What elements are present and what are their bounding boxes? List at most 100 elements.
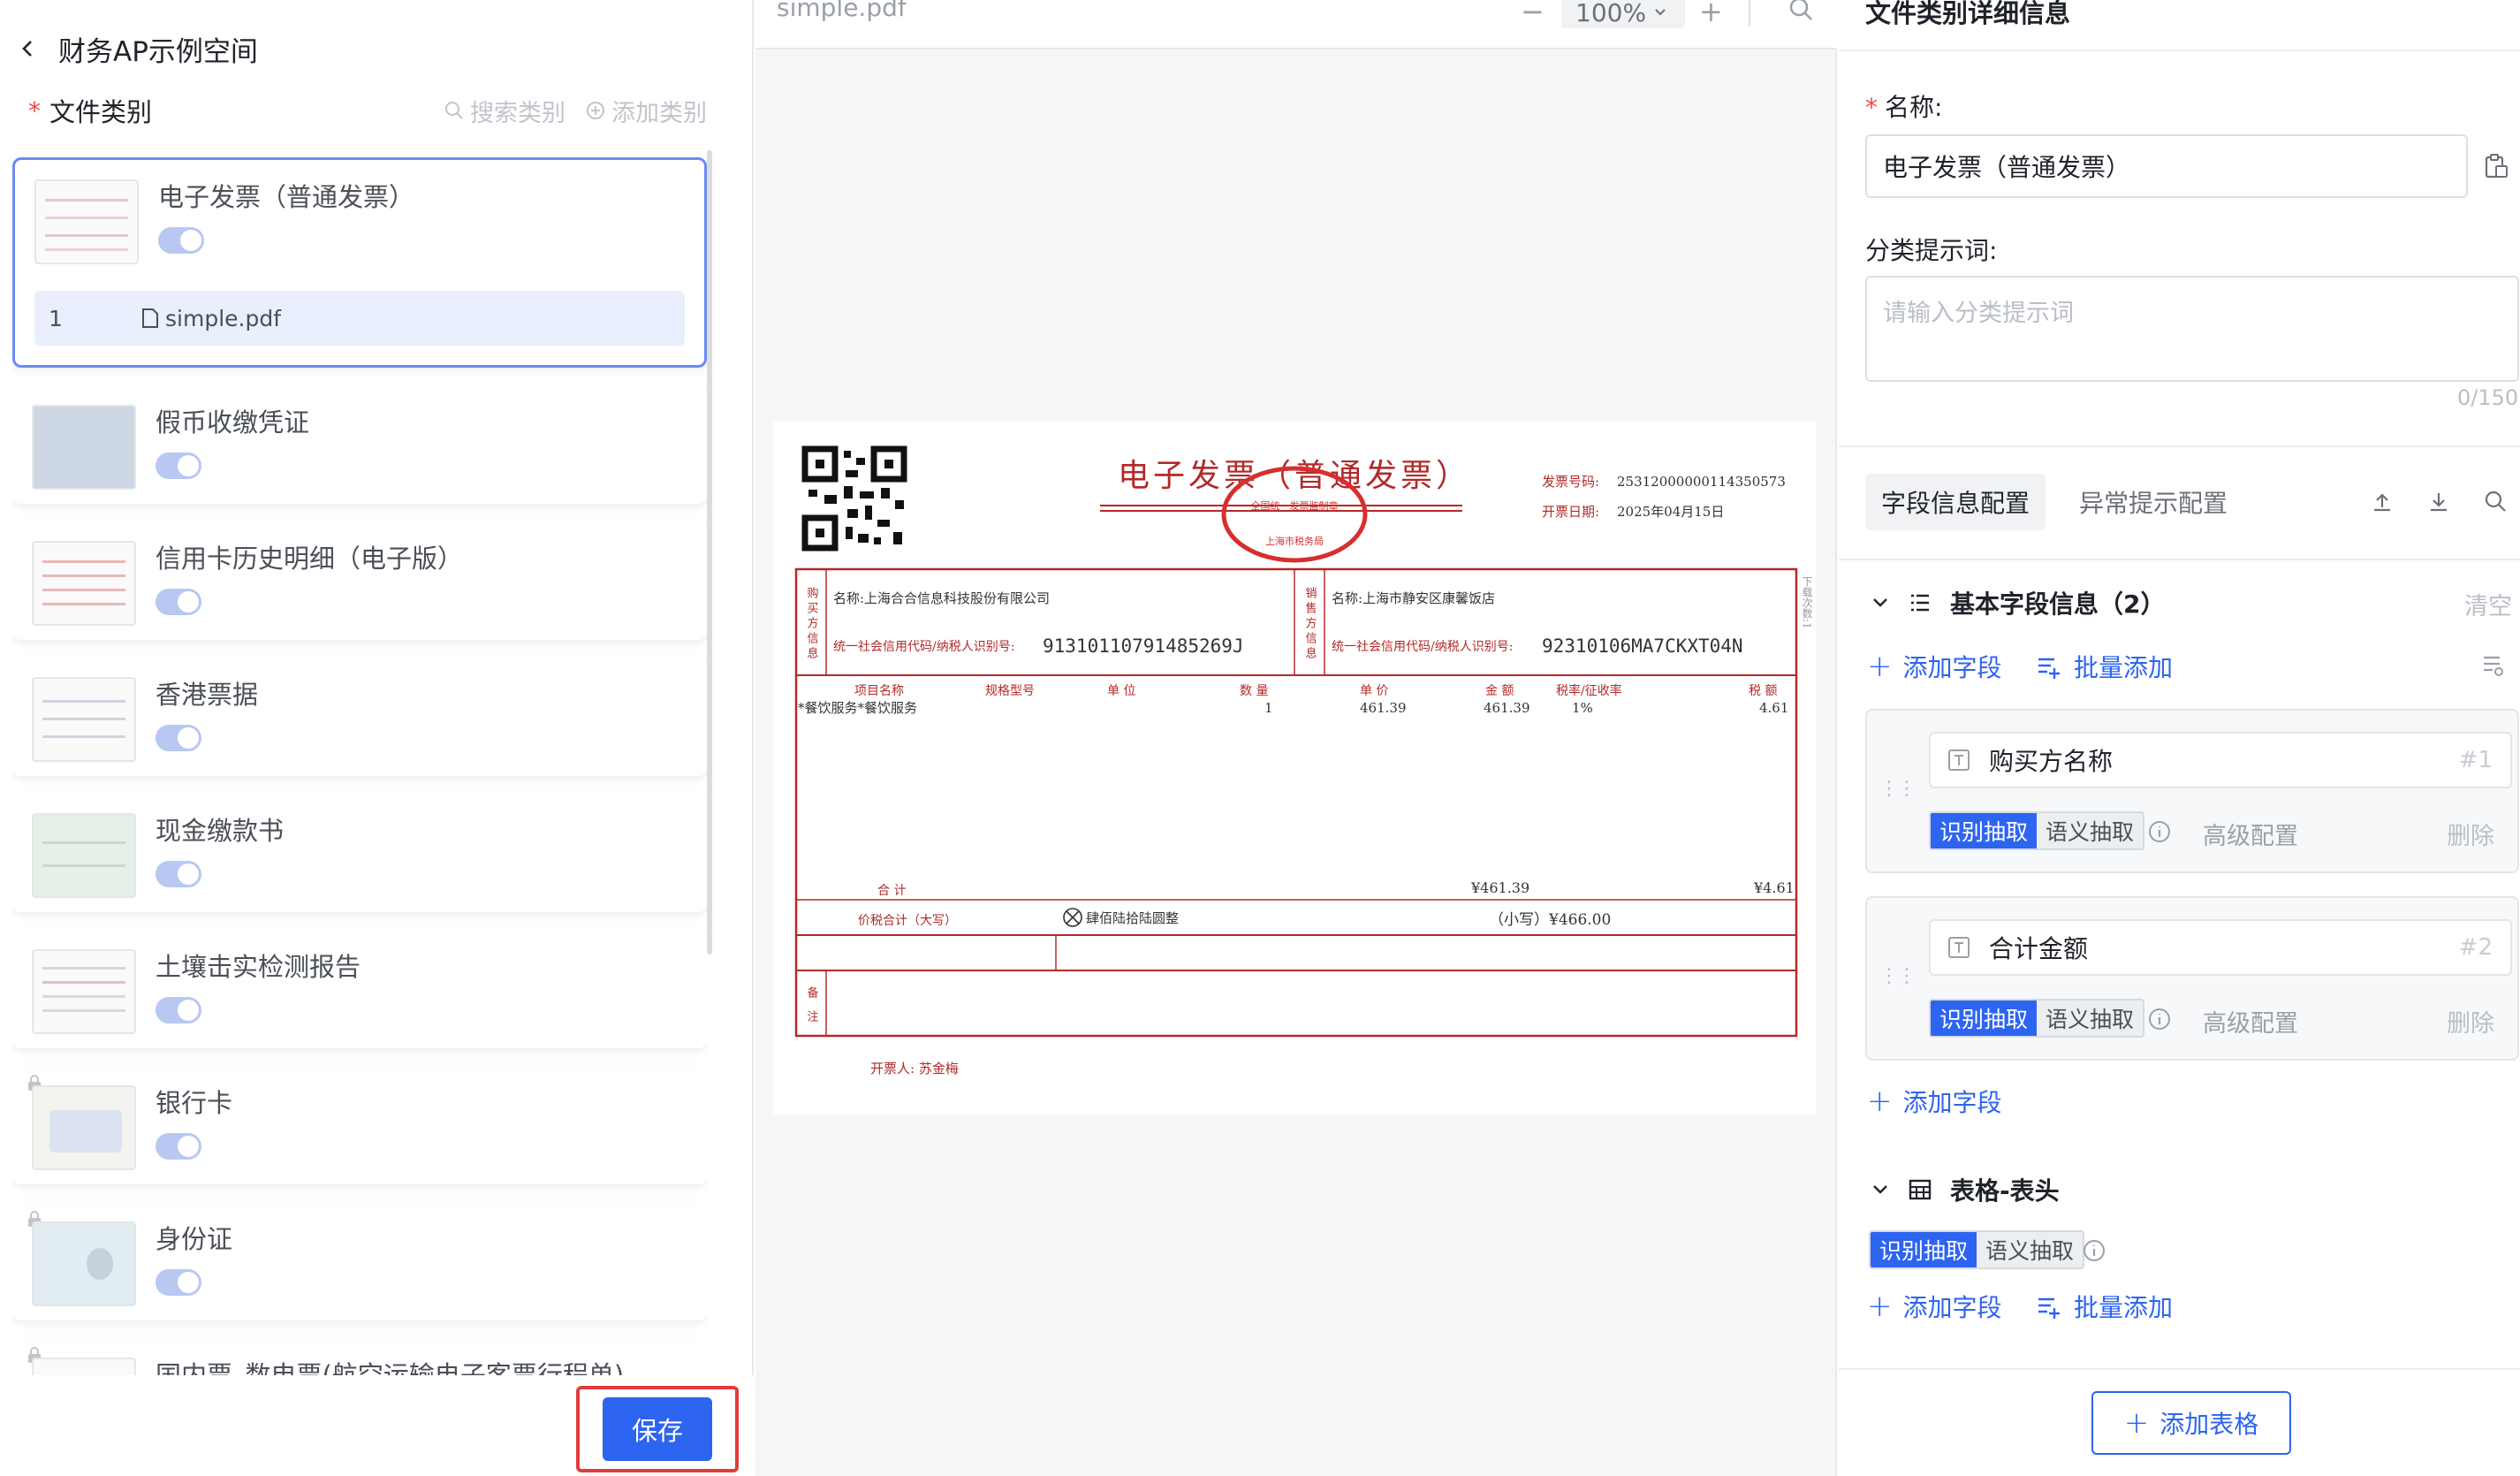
field-name-input[interactable]: 合计金额 #2: [1929, 919, 2512, 976]
table-batch-add-button[interactable]: 批量添加: [2035, 1289, 2173, 1324]
file-row[interactable]: 1 simple.pdf: [34, 291, 685, 346]
category-card[interactable]: 信用卡历史明细（电子版）: [12, 521, 707, 640]
tab-field-config[interactable]: 字段信息配置: [1865, 474, 2046, 530]
invoice-no: 25312000000114350573: [1617, 474, 1786, 490]
save-button[interactable]: 保存: [603, 1397, 712, 1461]
col-spec: 规格型号: [985, 684, 1035, 698]
zoom-select[interactable]: 100%: [1561, 0, 1685, 28]
file-index: 1: [49, 305, 63, 331]
buyer-tax-label: 统一社会信用代码/纳税人识别号:: [833, 640, 1014, 654]
search-category-button[interactable]: 搜索类别: [444, 94, 565, 128]
row-rate: 1%: [1572, 700, 1593, 716]
col-rate: 税率/征收率: [1556, 683, 1622, 698]
clipboard-icon[interactable]: [2482, 152, 2510, 180]
category-name: 现金缴款书: [156, 816, 285, 846]
mode-ocr[interactable]: 识别抽取: [1931, 813, 2038, 848]
tab-anomaly-config[interactable]: 异常提示配置: [2063, 474, 2243, 530]
stamp-subtext: 上海市税务局: [1265, 535, 1324, 547]
mode-ocr[interactable]: 识别抽取: [1871, 1232, 1977, 1267]
category-card[interactable]: 香港票据: [12, 658, 707, 776]
extract-mode-toggle: 识别抽取 语义抽取: [1929, 999, 2145, 1038]
category-toggle[interactable]: [156, 589, 201, 615]
delete-field-link[interactable]: 删除: [2447, 817, 2494, 851]
prompt-textarea[interactable]: 请输入分类提示词: [1865, 276, 2519, 382]
category-name: 土壤击实检测报告: [156, 952, 361, 982]
mode-ocr[interactable]: 识别抽取: [1931, 1000, 2038, 1036]
category-toggle[interactable]: [156, 1133, 201, 1160]
table-add-field-button[interactable]: + 添加字段: [1867, 1289, 2002, 1324]
zoom-out-button[interactable]: −: [1521, 0, 1545, 28]
total-tax: ¥4.61: [1753, 879, 1795, 896]
divider: [1839, 445, 2520, 447]
table-extract-mode-toggle: 识别抽取 语义抽取: [1869, 1230, 2085, 1269]
category-card[interactable]: 现金缴款书: [12, 794, 707, 912]
batch-add-button[interactable]: 批量添加: [2035, 649, 2173, 684]
category-thumbnail: [32, 1221, 136, 1306]
info-icon[interactable]: [2146, 818, 2173, 845]
upload-icon[interactable]: [2369, 488, 2395, 514]
col-amount: 金 额: [1485, 684, 1514, 698]
required-mark: *: [1865, 93, 1878, 122]
category-card[interactable]: 假币收缴凭证: [12, 385, 707, 504]
category-label: 文件类别: [49, 97, 153, 127]
save-highlight: 保存: [576, 1386, 739, 1472]
name-input[interactable]: 电子发票（普通发票）: [1865, 134, 2468, 198]
table-section-header[interactable]: 表格-表头: [1871, 1172, 2060, 1207]
category-card[interactable]: 银行卡: [12, 1066, 707, 1184]
delete-field-link[interactable]: 删除: [2447, 1004, 2494, 1039]
seller-tax-label: 统一社会信用代码/纳税人识别号:: [1332, 640, 1513, 654]
category-card[interactable]: 土壤击实检测报告: [12, 930, 707, 1048]
advanced-config-link[interactable]: 高级配置: [2203, 817, 2298, 851]
app-root: 财务AP示例空间 * 文件类别 搜索类别 添加类别 电子发票（普通发票） 1 s…: [0, 0, 2520, 1476]
field-name-input[interactable]: 购买方名称 #1: [1929, 732, 2512, 788]
mode-semantic[interactable]: 语义抽取: [2037, 813, 2143, 848]
basic-section-header[interactable]: 基本字段信息（2）: [1871, 585, 2165, 620]
search-icon[interactable]: [2482, 488, 2509, 514]
category-panel: 财务AP示例空间 * 文件类别 搜索类别 添加类别 电子发票（普通发票） 1 s…: [0, 0, 754, 1476]
search-icon[interactable]: [1788, 0, 1814, 23]
download-icon[interactable]: [2425, 488, 2452, 514]
category-thumbnail: [32, 405, 136, 490]
back-icon[interactable]: [18, 38, 39, 59]
col-price: 单 价: [1360, 684, 1388, 698]
category-card[interactable]: 国内票_数电票(航空运输电子客票行程单): [12, 1338, 707, 1377]
config-tabs: 字段信息配置 异常提示配置: [1865, 474, 2243, 530]
add-field-label: 添加字段: [1902, 653, 2002, 682]
add-category-button[interactable]: 添加类别: [585, 94, 707, 128]
category-header: * 文件类别 搜索类别 添加类别: [28, 88, 707, 133]
invoice-no-label: 发票号码:: [1542, 474, 1599, 490]
category-toggle[interactable]: [156, 453, 201, 479]
info-icon[interactable]: [2146, 1006, 2173, 1032]
zoom-in-button[interactable]: +: [1699, 0, 1723, 28]
category-scrollbar[interactable]: [707, 150, 712, 955]
add-table-button[interactable]: + 添加表格: [2091, 1391, 2291, 1455]
category-card[interactable]: 身份证: [12, 1202, 707, 1320]
col-qty: 数 量: [1240, 684, 1268, 698]
category-toggle[interactable]: [158, 227, 204, 254]
total-amount: ¥461.39: [1470, 879, 1529, 896]
plus-icon: +: [1867, 1084, 1893, 1119]
drag-handle-icon[interactable]: ⋮⋮: [1879, 965, 1917, 987]
note-label: 备注: [805, 985, 819, 1034]
category-toggle[interactable]: [156, 725, 201, 751]
divider: [1839, 559, 2520, 560]
category-toggle[interactable]: [156, 997, 201, 1023]
viewer-file-name: simple.pdf: [777, 0, 907, 22]
category-toggle[interactable]: [156, 861, 201, 887]
column-settings-icon[interactable]: [2480, 652, 2507, 679]
invoice-page: 电子发票（普通发票） 全国统一发票监制章 上海市税务局 发票号码: 253120…: [773, 421, 1816, 1115]
category-card-active[interactable]: 电子发票（普通发票） 1 simple.pdf: [12, 157, 707, 368]
mode-semantic[interactable]: 语义抽取: [1977, 1232, 2083, 1267]
category-toggle[interactable]: [156, 1269, 201, 1296]
info-icon[interactable]: [2081, 1237, 2107, 1264]
drag-handle-icon[interactable]: ⋮⋮: [1879, 778, 1917, 800]
add-field-button-bottom[interactable]: + 添加字段: [1867, 1084, 2002, 1119]
buyer-side-label: 购买方信息: [805, 586, 819, 662]
seller-name: 名称:上海市静安区康馨饭店: [1332, 590, 1495, 606]
clear-button[interactable]: 清空: [2464, 587, 2512, 621]
mode-semantic[interactable]: 语义抽取: [2037, 1000, 2143, 1036]
add-field-button[interactable]: + 添加字段: [1867, 649, 2002, 684]
text-field-icon: [1948, 937, 1970, 958]
advanced-config-link[interactable]: 高级配置: [2203, 1004, 2298, 1039]
row-qty: 1: [1264, 700, 1273, 716]
